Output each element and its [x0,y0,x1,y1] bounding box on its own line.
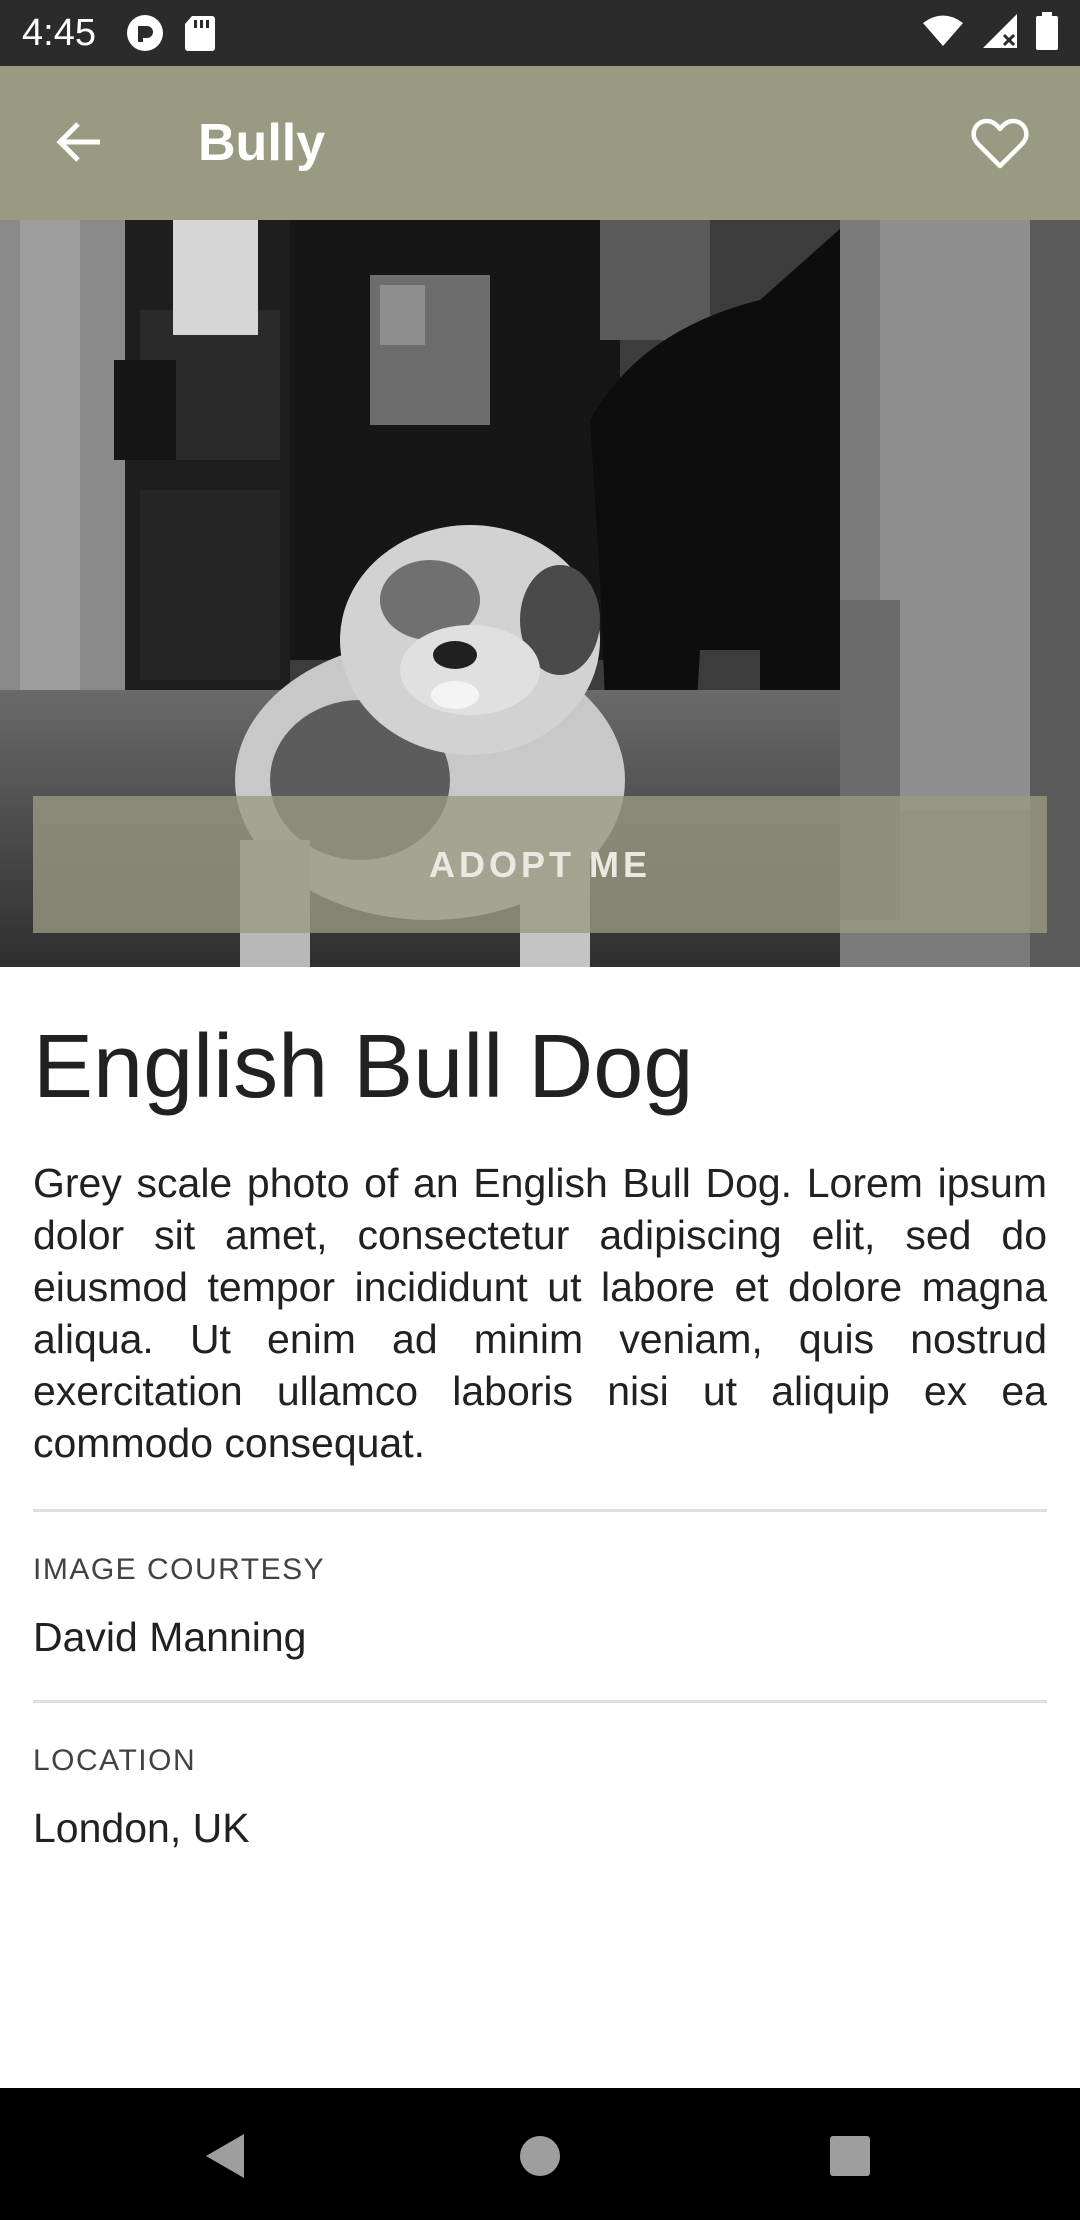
breed-title: English Bull Dog [33,1017,694,1117]
status-right-icons [922,12,1058,55]
image-courtesy-section: IMAGE COURTESY David Manning [33,1512,1047,1700]
nav-back-button[interactable] [186,2118,266,2198]
favorite-button[interactable] [960,110,1040,182]
description-text: Grey scale photo of an English Bull Dog.… [33,1160,1047,1466]
cellular-signal-icon [982,13,1018,54]
image-courtesy-value: David Manning [33,1614,307,1660]
status-time: 4:45 [22,12,96,54]
hero-photo: ADOPT ME [0,220,1080,967]
nav-recents-button[interactable] [810,2118,890,2198]
details-section: English Bull Dog Grey scale photo of an … [33,967,1047,1891]
back-triangle-icon [204,2132,248,2185]
wifi-icon [922,14,964,53]
system-nav-bar [0,2088,1080,2220]
pocket-casts-icon [126,14,164,57]
battery-icon [1036,12,1058,55]
location-value: London, UK [33,1805,250,1851]
nav-home-button[interactable] [500,2118,580,2198]
location-section: LOCATION London, UK [33,1703,1047,1891]
arrow-back-icon [54,120,102,169]
sd-card-icon [184,14,216,57]
location-label: LOCATION [33,1744,197,1777]
adopt-me-button[interactable]: ADOPT ME [33,796,1047,933]
back-button[interactable] [40,114,116,174]
app-bar: Bully [0,66,1080,220]
app-title: Bully [198,114,326,172]
heart-outline-icon [971,118,1029,175]
status-left-icons [126,14,216,57]
image-courtesy-label: IMAGE COURTESY [33,1553,326,1586]
status-bar: 4:45 [0,0,1080,66]
home-circle-icon [518,2134,562,2183]
recents-square-icon [829,2135,871,2182]
